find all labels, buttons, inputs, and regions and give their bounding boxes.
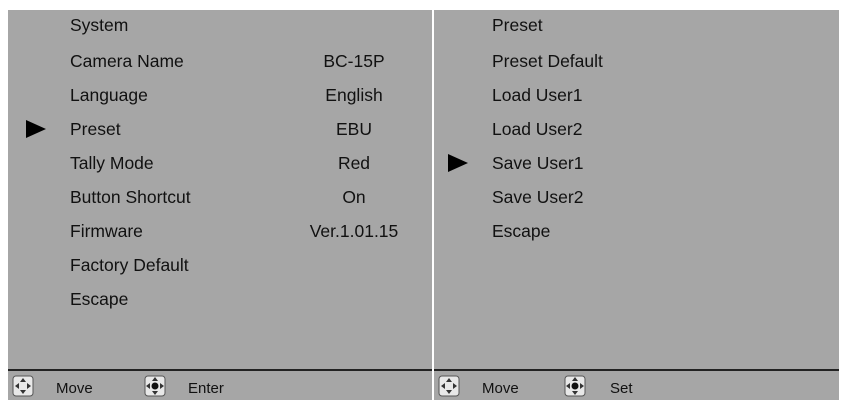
menu-item-label: Firmware (70, 221, 143, 241)
enter-hint-label: Enter (188, 380, 224, 397)
control-hint-bar: Move Enter (8, 371, 432, 400)
menu-item-value: BC-15P (323, 51, 385, 71)
preset-menu-title-text: Preset (492, 15, 543, 35)
menu-item-firmware[interactable]: Firmware Ver.1.01.15 (8, 216, 432, 246)
menu-item-label: Load User2 (492, 119, 583, 139)
control-hint-bar: Move Set (434, 371, 839, 400)
menu-item-tally-mode[interactable]: Tally Mode Red (8, 148, 432, 178)
menu-item-escape[interactable]: Escape (8, 284, 432, 314)
menu-item-save-user2[interactable]: Save User2 (434, 182, 839, 212)
menu-item-camera-name[interactable]: Camera Name BC-15P (8, 46, 432, 76)
menu-item-preset[interactable]: Preset EBU (8, 114, 432, 144)
menu-item-label: Escape (492, 221, 551, 241)
menu-item-value: Red (337, 153, 371, 173)
menu-item-label: Escape (70, 289, 129, 309)
menu-item-label: Button Shortcut (70, 187, 191, 207)
menu-item-value: EBU (336, 119, 372, 139)
menu-item-load-user1[interactable]: Load User1 (434, 80, 839, 110)
menu-item-label: Camera Name (70, 51, 184, 71)
system-menu-title-text: System (70, 15, 129, 35)
menu-item-preset-default[interactable]: Preset Default (434, 46, 839, 76)
joystick-move-icon (12, 375, 34, 397)
system-menu-title: System (70, 10, 128, 40)
menu-item-label: Factory Default (70, 255, 189, 275)
menu-item-label: Language (70, 85, 148, 105)
selection-arrow-icon (26, 120, 46, 138)
move-hint-label: Move (482, 380, 519, 397)
menu-item-load-user2[interactable]: Load User2 (434, 114, 839, 144)
menu-item-label: Preset Default (492, 51, 603, 71)
set-hint-label: Set (610, 380, 633, 397)
menu-item-factory-default[interactable]: Factory Default (8, 250, 432, 280)
menu-item-label: Load User1 (492, 85, 583, 105)
menu-item-value: Ver.1.01.15 (309, 221, 399, 241)
preset-menu-panel: Preset Preset Default Load User1 Load Us… (434, 10, 839, 400)
joystick-press-icon (144, 375, 166, 397)
joystick-press-icon (564, 375, 586, 397)
menu-item-label: Save User2 (492, 187, 584, 207)
move-hint-label: Move (56, 380, 93, 397)
menu-item-value: On (342, 187, 366, 207)
menu-item-button-shortcut[interactable]: Button Shortcut On (8, 182, 432, 212)
system-menu-panel: System Camera Name BC-15P Language Engli… (8, 10, 432, 400)
selection-arrow-icon (448, 154, 468, 172)
menu-item-save-user1[interactable]: Save User1 (434, 148, 839, 178)
menu-item-label: Tally Mode (70, 153, 154, 173)
menu-item-value: English (325, 85, 383, 105)
preset-menu-title: Preset (492, 10, 543, 40)
menu-item-label: Save User1 (492, 153, 584, 173)
menu-item-escape[interactable]: Escape (434, 216, 839, 246)
joystick-move-icon (438, 375, 460, 397)
menu-item-language[interactable]: Language English (8, 80, 432, 110)
menu-item-label: Preset (70, 119, 121, 139)
